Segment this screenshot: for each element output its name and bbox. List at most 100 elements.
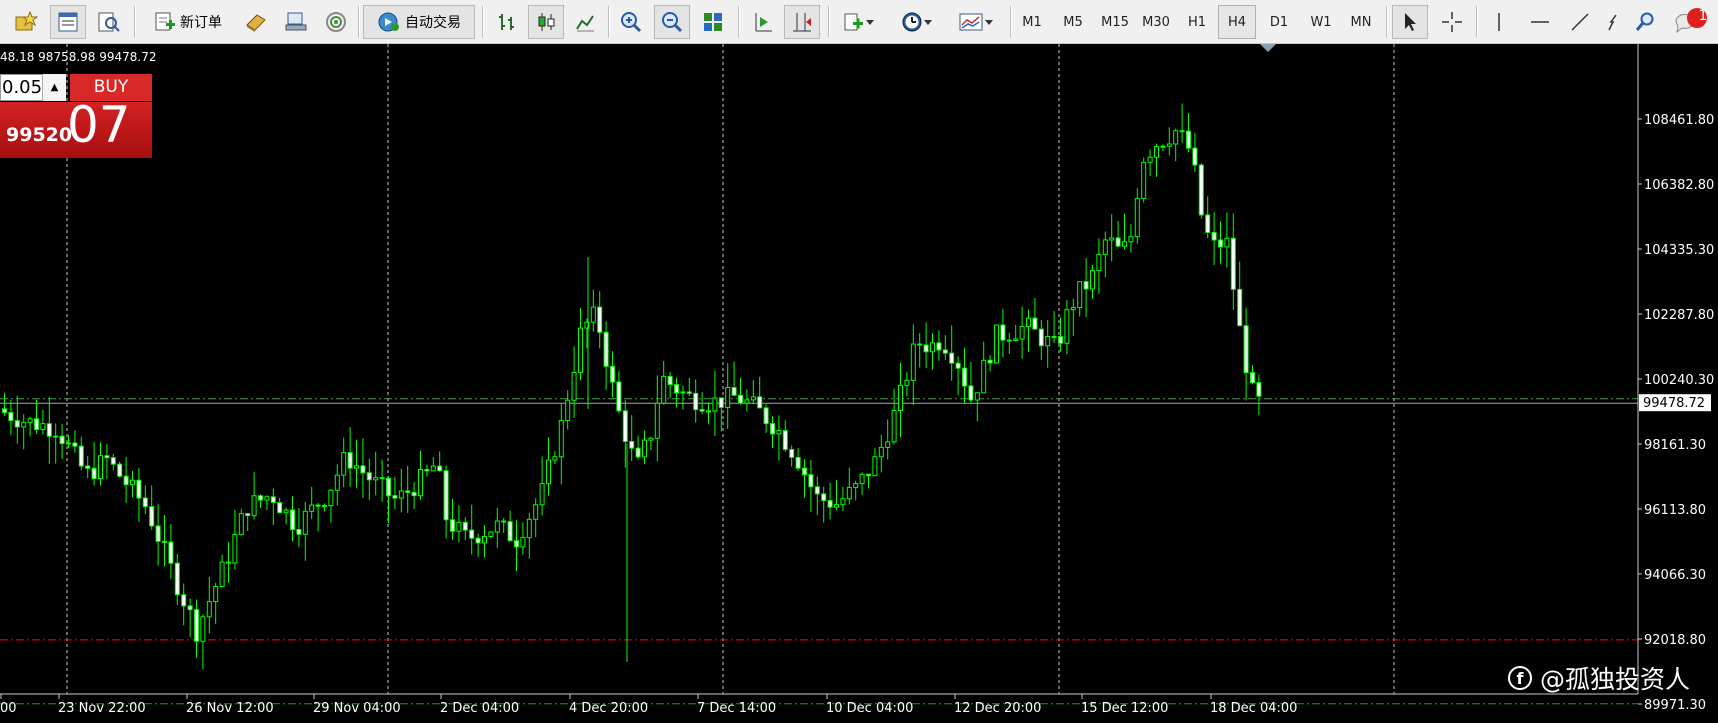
trend-line-icon[interactable] [1565,5,1595,39]
indicators-dropdown[interactable] [834,5,884,39]
candle-body-down [226,561,231,564]
candle-body-up [354,465,359,469]
candle-body-down [814,486,820,495]
candle-body-up [981,359,987,394]
candle-body-down [104,455,110,459]
zoom-out-icon[interactable] [654,5,690,39]
fibonacci-icon[interactable] [1600,5,1626,39]
candle-body-down [1192,147,1198,166]
candle-body-up [302,510,308,535]
time-label: 29 Nov 04:00 [313,701,401,716]
notifications-button[interactable]: 1 [1668,5,1712,39]
candle-body-up [373,477,379,481]
candle-body-up [1070,307,1076,311]
candle-body-down [949,352,955,364]
lot-stepper-up[interactable]: ▲ [42,74,66,101]
price-label: 100240.30 [1644,373,1714,388]
candle-body-down [962,367,967,387]
ohlc-readout: 48.18 98758.98 99478.72 [0,50,157,64]
candle-body-up [1090,270,1095,290]
candle-body-down [718,397,724,408]
templates-dropdown[interactable] [950,5,1002,39]
candle-body-up [1026,317,1031,328]
price-label: 104335.30 [1644,243,1714,258]
candle-body-down [290,509,295,531]
auto-scroll-icon[interactable] [746,5,780,39]
search-icon[interactable] [1630,5,1660,39]
time-label: 00 [0,701,17,716]
periods-dropdown[interactable] [892,5,942,39]
candle-body-up [750,396,756,401]
timeframe-m5[interactable]: M5 [1054,5,1092,39]
candle-body-up [1154,146,1159,158]
price-chart[interactable]: 108461.80 106382.80 104335.30 102287.80 1002… [0,44,1718,723]
candle-body-up [853,483,859,488]
candle-body-down [955,362,961,369]
candle-body-up [1128,236,1134,243]
chart-shift-icon[interactable] [784,5,820,39]
candle-body-up [546,459,551,485]
price-label: 108461.80 [1644,113,1714,128]
candle-body-down [469,529,475,539]
terminal-icon[interactable] [280,5,312,39]
buy-price-big: 07 [67,96,131,154]
time-label: 26 Nov 12:00 [186,701,274,716]
candle-body-up [53,435,59,438]
timeframe-m1[interactable]: M1 [1013,5,1051,39]
candle-body-down [597,306,603,333]
candle-body-up [859,473,865,485]
candle-body-down [1243,325,1249,374]
vertical-line-icon[interactable] [1484,5,1514,39]
candle-body-up [1102,239,1108,255]
cursor-tool-icon[interactable] [1392,5,1428,39]
market-watch-icon[interactable] [50,5,86,39]
timeframe-h4[interactable]: H4 [1218,5,1256,39]
candle-body-up [904,379,910,386]
candle-body-down [1051,336,1057,339]
timeframe-w1[interactable]: W1 [1302,5,1340,39]
candle-body-up [590,306,596,323]
signals-icon[interactable] [320,5,352,39]
candle-body-down [194,609,199,642]
candle-body-down [1006,339,1012,342]
candle-body-up [1019,326,1025,340]
candle-body-down [507,521,513,542]
line-chart-icon[interactable] [568,5,602,39]
candle-body-down [603,331,609,367]
buy-price-button[interactable]: 99520 07 [0,96,152,158]
timeframe-m15[interactable]: M15 [1096,5,1134,39]
candle-body-up [1134,198,1140,238]
candlestick-chart-icon[interactable] [528,5,564,39]
metaeditor-icon[interactable] [240,5,272,39]
candle-body-up [725,386,731,408]
timeframe-d1[interactable]: D1 [1260,5,1298,39]
candle-body-up [1147,156,1153,163]
auto-trading-button[interactable]: 自动交易 [363,5,475,39]
timeframe-mn[interactable]: MN [1342,5,1380,39]
timeframe-h1[interactable]: H1 [1178,5,1216,39]
candle-body-down [923,344,929,353]
tile-windows-icon[interactable] [696,5,730,39]
favorites-icon[interactable] [10,5,42,39]
candle-body-down [14,420,20,428]
candle-body-up [552,456,558,461]
candle-body-down [296,529,302,535]
chevron-up-icon: ▲ [50,82,59,93]
candle-body-down [616,381,622,412]
crosshair-icon[interactable] [1435,5,1469,39]
candle-body-down [270,496,276,504]
navigator-icon[interactable] [93,5,125,39]
candle-body-down [142,497,148,508]
bar-chart-icon[interactable] [490,5,524,39]
chevron-down-icon [866,20,874,25]
zoom-in-icon[interactable] [614,5,648,39]
candle-body-up [648,437,654,441]
main-toolbar: 新订单 自动交易 M1 M5 M15 M30 H1 H4 D1 W1 MN 1 [0,0,1718,44]
timeframe-m30[interactable]: M30 [1137,5,1175,39]
candle-body-down [462,521,468,531]
chart-canvas[interactable]: 108461.80 106382.80 104335.30 102287.80 1002… [0,44,1718,723]
candle-body-up [526,518,532,539]
new-order-button[interactable]: 新订单 [142,5,234,39]
candle-body-down [610,365,615,383]
horizontal-line-icon[interactable] [1525,5,1555,39]
